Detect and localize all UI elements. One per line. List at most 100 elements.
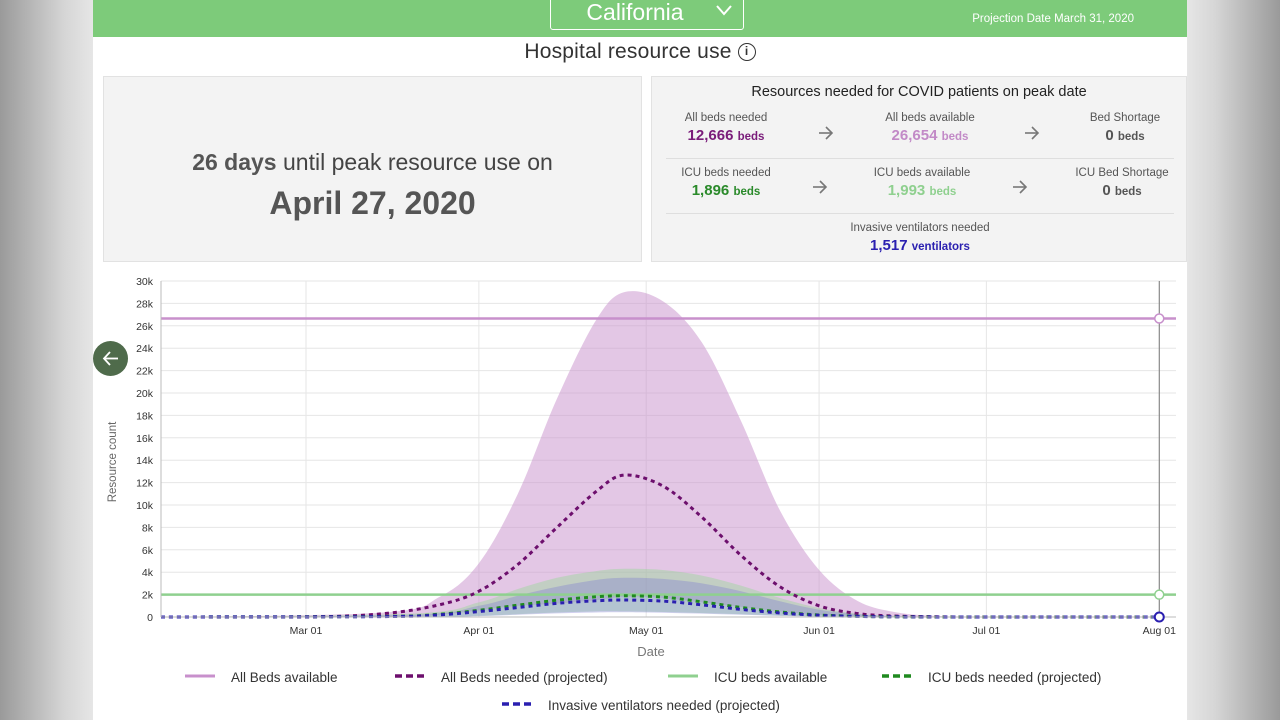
peak-until-text: until peak resource use on <box>283 149 553 175</box>
bed-shortage-unit: beds <box>1117 131 1145 143</box>
projection-date: Projection Date March 31, 2020 <box>972 13 1134 25</box>
icu-beds-needed-number: 1,896 <box>691 182 730 199</box>
legend-item-invasive-ventilators-needed-projected[interactable]: Invasive ventilators needed (projected) <box>502 698 780 713</box>
all-beds-needed-number: 12,666 <box>687 127 734 144</box>
legend-swatch <box>502 702 532 706</box>
resource-chart[interactable]: 0 2k 4k 6k 8k 10k 12k 14k 16k 18k 20k 22k 24k 26k 28k 3… <box>93 262 1187 720</box>
x-tick-label: Jul 01 <box>972 625 1000 637</box>
y-axis-label: Resource count <box>107 421 119 502</box>
icu-beds-available-unit: beds <box>929 186 957 198</box>
chart-bands <box>161 291 1160 617</box>
x-tick-label: Aug 01 <box>1143 625 1176 637</box>
icu-bed-shortage-unit: beds <box>1114 186 1142 198</box>
all-beds-available: All beds available 26,654 beds <box>862 112 998 144</box>
section-title: Hospital resource use i <box>93 40 1187 64</box>
chart-markers <box>1153 281 1165 623</box>
y-tick-label: 0 <box>147 612 153 624</box>
icu-beds-needed-value: 1,896 beds <box>666 182 786 199</box>
header-bar: California Projection Date March 31, 202… <box>93 0 1187 37</box>
icu-bed-shortage-label: ICU Bed Shortage <box>1075 167 1169 179</box>
y-tick-label: 4k <box>142 567 154 579</box>
all-beds-available-value: 26,654 beds <box>862 127 998 144</box>
ventilators-needed: Invasive ventilators needed 1,517 ventil… <box>820 222 1020 254</box>
bed-shortage-value: 0 beds <box>1070 127 1180 144</box>
state-select-value: California <box>586 0 684 25</box>
all-beds-needed-value: 12,666 beds <box>666 127 786 144</box>
x-tick-label: Apr 01 <box>463 625 494 637</box>
y-tick-label: 30k <box>136 276 154 288</box>
section-title-text: Hospital resource use <box>524 40 732 63</box>
bed-shortage: Bed Shortage 0 beds <box>1070 112 1180 144</box>
peak-days: 26 days <box>192 149 277 175</box>
y-tick-label: 24k <box>136 343 154 355</box>
all-beds-available-label: All beds available <box>885 112 975 124</box>
all-beds-available-number: 26,654 <box>891 127 938 144</box>
all-beds-needed-uncertainty-band <box>161 291 1160 617</box>
legend-label: ICU beds needed (projected) <box>928 670 1102 685</box>
arrow-right-icon <box>1013 180 1028 194</box>
ventilators-needed-value: 1,517 ventilators <box>820 237 1020 254</box>
legend-label: All Beds needed (projected) <box>441 670 608 685</box>
icu-bed-shortage-number: 0 <box>1102 182 1111 199</box>
y-tick-label: 16k <box>136 433 154 445</box>
icu-bed-shortage-value: 0 beds <box>1062 182 1182 199</box>
arrow-left-icon <box>102 351 118 366</box>
all-beds-needed: All beds needed 12,666 beds <box>666 112 786 144</box>
resources-card: Resources needed for COVID patients on p… <box>651 76 1187 262</box>
legend-swatch <box>185 674 215 678</box>
state-select[interactable]: California <box>550 0 744 30</box>
icu-beds-needed-unit: beds <box>733 186 761 198</box>
x-tick-label: Mar 01 <box>290 625 323 637</box>
peak-countdown: 26 days until peak resource use on <box>104 149 641 176</box>
legend-label: ICU beds available <box>714 670 828 685</box>
legend-swatch <box>882 674 912 678</box>
info-icon[interactable]: i <box>737 43 756 61</box>
legend-item-icu-beds-needed-projected[interactable]: ICU beds needed (projected) <box>882 670 1101 685</box>
resource-chart-svg: 0 2k 4k 6k 8k 10k 12k 14k 16k 18k 20k 22k 24k 26k 28k 3… <box>107 276 1176 659</box>
y-tick-label: 22k <box>136 366 154 378</box>
ventilators-needed-number: 1,517 <box>870 237 908 254</box>
all-beds-needed-label: All beds needed <box>684 112 768 124</box>
icu-beds-available-value: 1,993 beds <box>852 182 992 199</box>
peak-card: 26 days until peak resource use on April… <box>103 76 642 262</box>
arrow-right-icon <box>819 126 834 140</box>
y-tick-label: 6k <box>142 545 154 557</box>
legend-label: All Beds available <box>231 670 338 685</box>
y-tick-label: 28k <box>136 298 154 310</box>
page: California Projection Date March 31, 202… <box>93 0 1187 720</box>
all-beds-available-unit: beds <box>941 131 969 143</box>
icu-beds-available-marker <box>1154 589 1165 600</box>
x-tick-labels: Mar 01 Apr 01 May 01 Jun 01 Jul 01 Aug 01 <box>290 625 1176 637</box>
back-button[interactable] <box>93 341 128 376</box>
bed-shortage-number: 0 <box>1105 127 1114 144</box>
icu-beds-needed: ICU beds needed 1,896 beds <box>666 167 786 199</box>
divider <box>666 158 1174 159</box>
invasive-ventilators-needed-uncertainty-band <box>161 577 1160 617</box>
ventilators-needed-unit: ventilators <box>911 241 970 253</box>
y-tick-label: 14k <box>136 455 154 467</box>
y-tick-label: 20k <box>136 388 154 400</box>
x-tick-label: May 01 <box>629 625 664 637</box>
x-tick-label: Jun 01 <box>803 625 835 637</box>
ventilators-needed-label: Invasive ventilators needed <box>850 222 990 234</box>
legend-swatch <box>668 674 698 678</box>
legend-label: Invasive ventilators needed (projected) <box>548 698 780 713</box>
divider <box>666 213 1174 214</box>
all-beds-needed-unit: beds <box>737 131 765 143</box>
legend-item-all-beds-available[interactable]: All Beds available <box>185 670 338 685</box>
ventilators-marker <box>1153 611 1165 623</box>
x-axis-label: Date <box>637 644 664 659</box>
icu-beds-available-number: 1,993 <box>887 182 926 199</box>
y-tick-label: 8k <box>142 522 154 534</box>
page-background-left <box>0 0 93 720</box>
y-tick-labels: 0 2k 4k 6k 8k 10k 12k 14k 16k 18k 20k 22k 24k 26k 28k 3… <box>136 276 154 624</box>
bed-shortage-label: Bed Shortage <box>1089 112 1161 124</box>
legend-swatch <box>395 674 425 678</box>
arrow-right-icon <box>813 180 828 194</box>
legend-item-all-beds-needed-projected[interactable]: All Beds needed (projected) <box>395 670 608 685</box>
resources-title: Resources needed for COVID patients on p… <box>751 84 1087 100</box>
all-beds-available-marker <box>1154 313 1165 324</box>
y-tick-label: 18k <box>136 410 154 422</box>
legend-item-icu-beds-available[interactable]: ICU beds available <box>668 670 827 685</box>
chevron-down-icon <box>716 5 732 16</box>
